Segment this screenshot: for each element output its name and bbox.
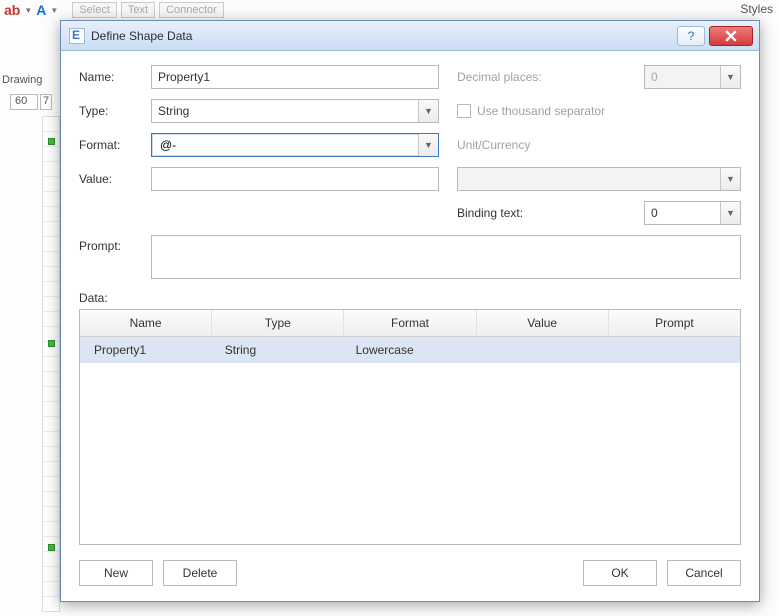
shape-handle[interactable] [48, 138, 55, 145]
data-label: Data: [79, 291, 741, 305]
new-button[interactable]: New [79, 560, 153, 586]
ok-button[interactable]: OK [583, 560, 657, 586]
vertical-ruler [42, 116, 60, 612]
col-prompt[interactable]: Prompt [609, 310, 740, 336]
data-grid[interactable]: Name Type Format Value Prompt Property1 … [79, 309, 741, 545]
grid-header: Name Type Format Value Prompt [80, 310, 740, 337]
delete-button[interactable]: Delete [163, 560, 237, 586]
text-tool[interactable]: Text [121, 2, 155, 18]
titlebar[interactable]: Define Shape Data ? [61, 21, 759, 51]
type-value: String [158, 104, 189, 118]
col-value[interactable]: Value [477, 310, 609, 336]
decimal-places-label: Decimal places: [457, 70, 577, 84]
prompt-label: Prompt: [79, 235, 151, 253]
page-width-field[interactable]: 60 [10, 94, 38, 110]
chevron-down-icon[interactable]: ▼ [418, 134, 438, 156]
unit-currency-label: Unit/Currency [457, 138, 530, 152]
binding-text-value: 0 [651, 206, 658, 220]
chevron-down-icon: ▼ [720, 168, 740, 190]
prompt-input[interactable] [151, 235, 741, 279]
select-tool[interactable]: Select [72, 2, 117, 18]
chevron-down-icon[interactable]: ▼ [720, 202, 740, 224]
binding-text-label: Binding text: [457, 206, 577, 220]
format-label: Format: [79, 138, 151, 152]
table-row[interactable]: Property1 String Lowercase [80, 337, 740, 363]
decimal-places-value: 0 [651, 70, 658, 84]
name-label: Name: [79, 70, 151, 84]
cell-format: Lowercase [348, 337, 479, 363]
thousand-separator-label: Use thousand separator [477, 104, 605, 118]
page-height-field[interactable]: 7 [40, 94, 52, 110]
type-combo[interactable]: String ▼ [151, 99, 439, 123]
font-color-icon: ab [4, 2, 20, 18]
binding-text-combo[interactable]: 0 ▼ [644, 201, 741, 225]
decimal-places-combo: 0 ▼ [644, 65, 741, 89]
close-icon [725, 30, 737, 42]
cell-name: Property1 [80, 337, 217, 363]
format-input[interactable] [158, 137, 416, 153]
shape-handle[interactable] [48, 544, 55, 551]
format-combo[interactable]: ▼ [151, 133, 439, 157]
font-icon: A [36, 2, 46, 18]
value-label: Value: [79, 172, 151, 186]
value-input[interactable] [151, 167, 439, 191]
drawing-panel-label: Drawing [2, 74, 42, 86]
thousand-separator-checkbox [457, 104, 471, 118]
dialog-footer: New Delete OK Cancel [79, 555, 741, 601]
cell-prompt [609, 337, 740, 363]
cell-value [478, 337, 609, 363]
chevron-down-icon: ▼ [720, 66, 740, 88]
chevron-down-icon[interactable]: ▼ [418, 100, 438, 122]
ribbon-fragment: ab▼ A▼ Select Text Connector [0, 0, 779, 20]
type-label: Type: [79, 104, 151, 118]
cancel-button[interactable]: Cancel [667, 560, 741, 586]
unit-currency-combo: ▼ [457, 167, 741, 191]
cell-type: String [217, 337, 348, 363]
define-shape-data-dialog: Define Shape Data ? Name: Decimal places… [60, 20, 760, 602]
help-button[interactable]: ? [677, 26, 705, 46]
col-name[interactable]: Name [80, 310, 212, 336]
col-format[interactable]: Format [344, 310, 476, 336]
shape-handle[interactable] [48, 340, 55, 347]
styles-label: Styles [740, 2, 773, 16]
name-input[interactable] [151, 65, 439, 89]
dialog-title: Define Shape Data [91, 29, 673, 43]
close-button[interactable] [709, 26, 753, 46]
connector-tool[interactable]: Connector [159, 2, 224, 18]
app-icon [69, 28, 85, 44]
col-type[interactable]: Type [212, 310, 344, 336]
